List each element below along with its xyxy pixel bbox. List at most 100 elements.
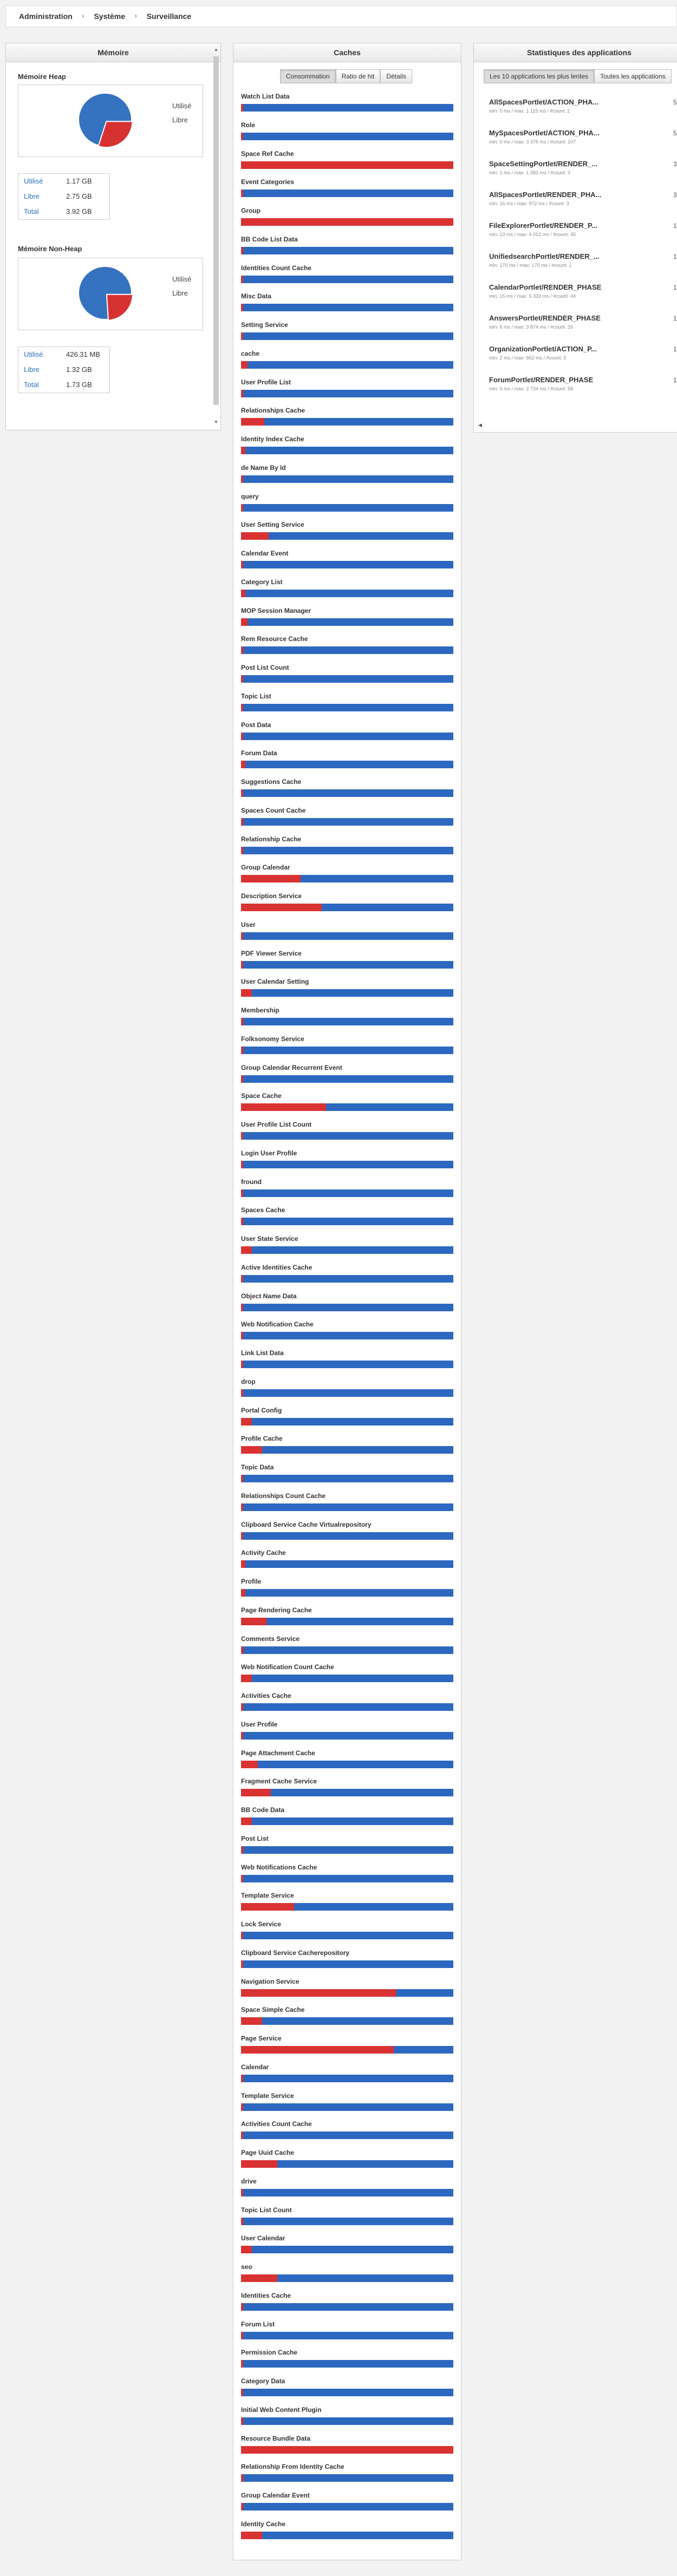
breadcrumb-systeme[interactable]: Système xyxy=(94,6,125,27)
cache-usage-bar[interactable] xyxy=(241,932,453,940)
cache-usage-bar[interactable] xyxy=(241,1817,453,1825)
cache-usage-bar[interactable] xyxy=(241,2160,453,2168)
cache-usage-bar[interactable] xyxy=(241,2246,453,2254)
cache-usage-bar[interactable] xyxy=(241,960,453,969)
cache-usage-bar[interactable] xyxy=(241,504,453,512)
cache-usage-bar[interactable] xyxy=(241,1675,453,1683)
cache-usage-bar[interactable] xyxy=(241,675,453,683)
cache-usage-bar[interactable] xyxy=(241,1560,453,1568)
cache-usage-bar[interactable] xyxy=(241,2074,453,2082)
cache-usage-bar[interactable] xyxy=(241,1932,453,1939)
scroll-up-icon[interactable]: ▲ xyxy=(213,47,219,53)
consommation-button[interactable]: Consommation xyxy=(280,69,336,83)
cache-usage-bar[interactable] xyxy=(241,703,453,711)
cache-usage-bar[interactable] xyxy=(241,246,453,254)
cache-usage-bar[interactable] xyxy=(241,2389,453,2396)
cache-usage-bar[interactable] xyxy=(241,418,453,426)
cache-usage-bar[interactable] xyxy=(241,1760,453,1768)
cache-usage-bar[interactable] xyxy=(241,189,453,198)
app-row[interactable]: UnifiedsearchPortlet/RENDER_... min: 170 … xyxy=(489,252,677,284)
cache-usage-bar[interactable] xyxy=(241,1703,453,1711)
ratio-hit-button[interactable]: Ratio de hit xyxy=(335,69,381,83)
apps-scrollbar-left-icon[interactable]: ◀ xyxy=(478,422,677,429)
cache-usage-bar[interactable] xyxy=(241,2217,453,2225)
cache-usage-bar[interactable] xyxy=(241,561,453,568)
cache-usage-bar[interactable] xyxy=(241,646,453,655)
cache-usage-bar[interactable] xyxy=(241,1874,453,1882)
cache-usage-bar[interactable] xyxy=(241,447,453,454)
cache-usage-bar[interactable] xyxy=(241,1532,453,1540)
cache-usage-bar[interactable] xyxy=(241,161,453,169)
cache-usage-bar[interactable] xyxy=(241,1646,453,1654)
cache-usage-bar[interactable] xyxy=(241,1189,453,1197)
cache-usage-bar[interactable] xyxy=(241,789,453,797)
cache-usage-bar[interactable] xyxy=(241,304,453,312)
app-row[interactable]: AnswersPortlet/RENDER_PHASE min: 6 ms / m… xyxy=(489,313,677,346)
cache-usage-bar[interactable] xyxy=(241,2188,453,2196)
cache-usage-bar[interactable] xyxy=(241,1589,453,1597)
cache-usage-bar[interactable] xyxy=(241,1789,453,1797)
cache-usage-bar[interactable] xyxy=(241,589,453,597)
cache-usage-bar[interactable] xyxy=(241,1332,453,1340)
cache-usage-bar[interactable] xyxy=(241,1446,453,1454)
cache-usage-bar[interactable] xyxy=(241,361,453,369)
cache-usage-bar[interactable] xyxy=(241,1846,453,1854)
cache-usage-bar[interactable] xyxy=(241,1018,453,1025)
cache-usage-bar[interactable] xyxy=(241,1132,453,1140)
app-row[interactable]: AllSpacesPortlet/ACTION_PHA... min: 0 ms … xyxy=(489,97,677,130)
cache-usage-bar[interactable] xyxy=(241,1731,453,1740)
cache-usage-bar[interactable] xyxy=(241,2446,453,2454)
cache-usage-bar[interactable] xyxy=(241,389,453,397)
cache-usage-bar[interactable] xyxy=(241,2531,453,2539)
cache-usage-bar[interactable] xyxy=(241,1417,453,1426)
cache-usage-bar[interactable] xyxy=(241,2046,453,2054)
cache-usage-bar[interactable] xyxy=(241,275,453,283)
cache-usage-bar[interactable] xyxy=(241,2017,453,2025)
cache-usage-bar[interactable] xyxy=(241,1903,453,1911)
cache-usage-bar[interactable] xyxy=(241,1218,453,1226)
cache-usage-bar[interactable] xyxy=(241,2103,453,2111)
cache-usage-bar[interactable] xyxy=(241,2303,453,2311)
app-row[interactable]: CalendarPortlet/RENDER_PHASE min: 15 ms /… xyxy=(489,283,677,315)
cache-usage-bar[interactable] xyxy=(241,475,453,483)
cache-usage-bar[interactable] xyxy=(241,1617,453,1625)
cache-usage-bar[interactable] xyxy=(241,2360,453,2368)
cache-usage-bar[interactable] xyxy=(241,2417,453,2425)
cache-usage-bar[interactable] xyxy=(241,2132,453,2140)
cache-usage-bar[interactable] xyxy=(241,1989,453,1997)
cache-usage-bar[interactable] xyxy=(241,989,453,997)
app-row[interactable]: OrganizationPortlet/ACTION_P... min: 2 ms… xyxy=(489,344,677,377)
cache-usage-bar[interactable] xyxy=(241,1246,453,1254)
app-row[interactable]: MySpacesPortlet/ACTION_PHA... min: 0 ms /… xyxy=(489,128,677,161)
cache-usage-bar[interactable] xyxy=(241,218,453,226)
cache-usage-bar[interactable] xyxy=(241,2331,453,2339)
cache-usage-bar[interactable] xyxy=(241,532,453,540)
breadcrumb-administration[interactable]: Administration xyxy=(19,6,73,27)
memory-scrollbar[interactable]: ▲ ▼ xyxy=(213,47,219,426)
scroll-down-icon[interactable]: ▼ xyxy=(213,419,219,426)
memory-scrollbar-thumb[interactable] xyxy=(213,56,219,405)
cache-usage-bar[interactable] xyxy=(241,1103,453,1112)
cache-usage-bar[interactable] xyxy=(241,1303,453,1311)
cache-usage-bar[interactable] xyxy=(241,2274,453,2282)
cache-usage-bar[interactable] xyxy=(241,2474,453,2482)
cache-usage-bar[interactable] xyxy=(241,875,453,883)
app-row[interactable]: AllSpacesPortlet/RENDER_PHA... min: 16 ms… xyxy=(489,190,677,223)
cache-usage-bar[interactable] xyxy=(241,1475,453,1482)
cache-usage-bar[interactable] xyxy=(241,1075,453,1083)
cache-usage-bar[interactable] xyxy=(241,618,453,626)
cache-usage-bar[interactable] xyxy=(241,818,453,826)
cache-usage-bar[interactable] xyxy=(241,1160,453,1168)
cache-usage-bar[interactable] xyxy=(241,846,453,854)
cache-usage-bar[interactable] xyxy=(241,1046,453,1054)
cache-usage-bar[interactable] xyxy=(241,732,453,740)
cache-usage-bar[interactable] xyxy=(241,2503,453,2510)
tab-all-apps[interactable]: Toutes les applications xyxy=(594,69,672,83)
cache-usage-bar[interactable] xyxy=(241,1960,453,1968)
details-button[interactable]: Détails xyxy=(380,69,413,83)
cache-usage-bar[interactable] xyxy=(241,904,453,911)
tab-slowest-apps[interactable]: Les 10 applications les plus lentes xyxy=(484,69,595,83)
cache-usage-bar[interactable] xyxy=(241,1361,453,1368)
app-row[interactable]: ForumPortlet/RENDER_PHASE min: 0 ms / max… xyxy=(489,375,677,408)
cache-usage-bar[interactable] xyxy=(241,1503,453,1511)
